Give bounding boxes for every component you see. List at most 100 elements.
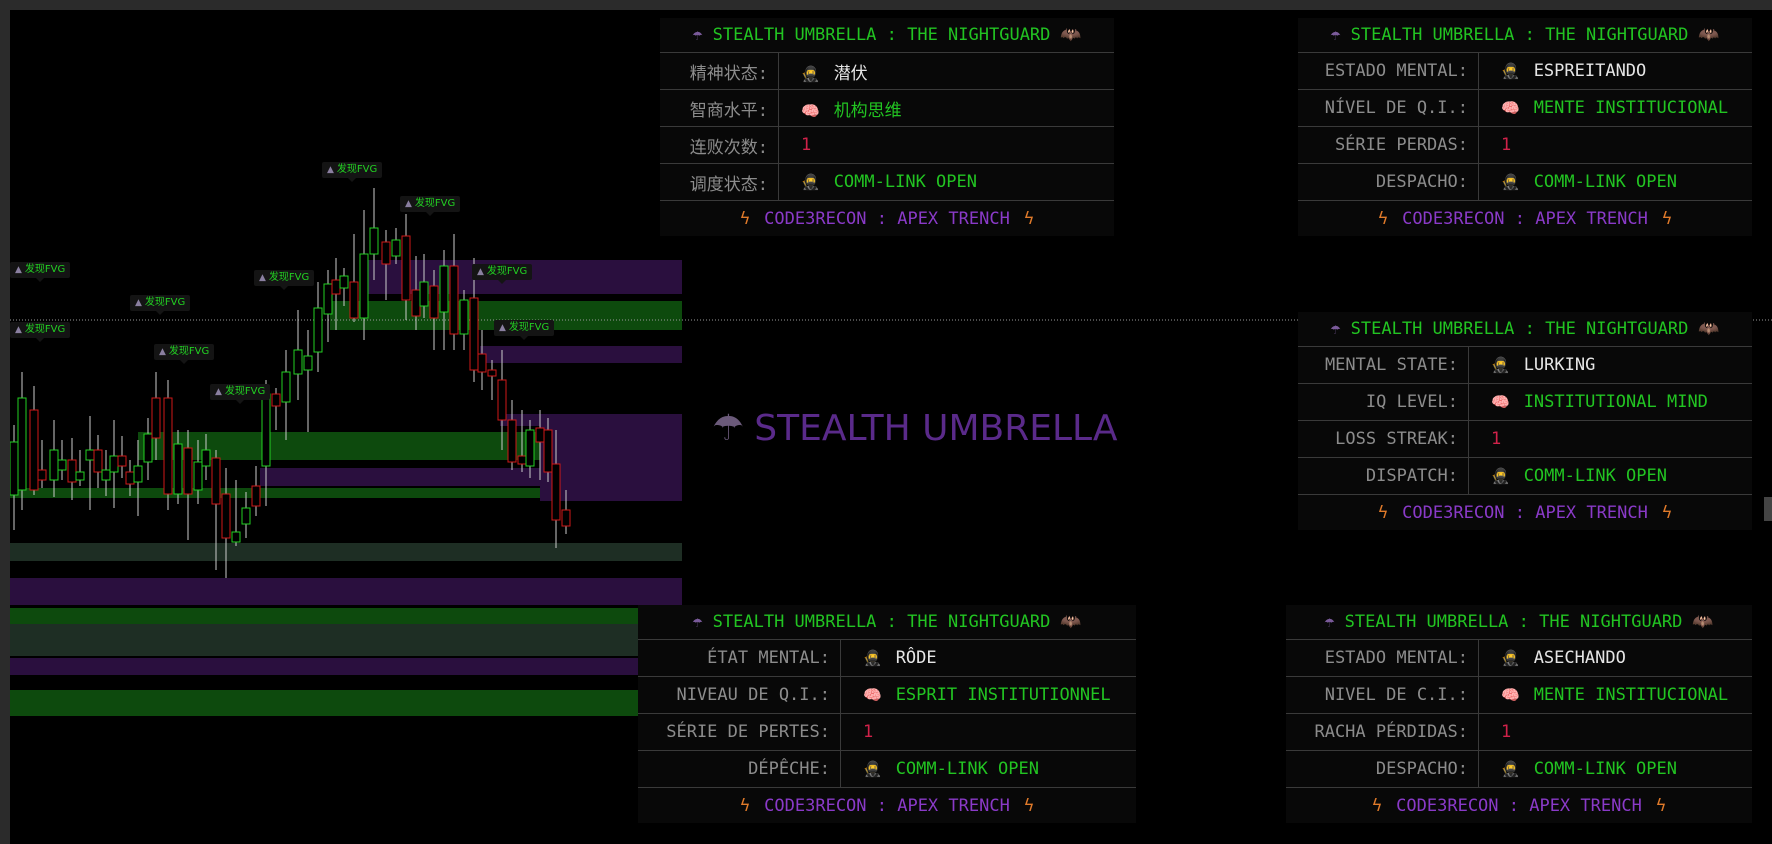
candle-up bbox=[261, 393, 271, 467]
row-value-cell: 🥷 COMM-LINK OPEN bbox=[778, 163, 1114, 201]
candle-down bbox=[561, 509, 571, 527]
candle-up bbox=[109, 455, 119, 473]
candle-down bbox=[331, 279, 341, 295]
candle-up bbox=[133, 465, 143, 483]
fvg-label: ▲ 发现FVG bbox=[472, 264, 533, 284]
panel-header: ☂ STEALTH UMBRELLA : THE NIGHTGUARD 🦇 bbox=[1298, 18, 1752, 53]
fvg-label-text: 发现FVG bbox=[414, 198, 456, 209]
candle-up bbox=[293, 349, 303, 375]
row-value: ESPREITANDO bbox=[1533, 61, 1647, 81]
candle-up bbox=[439, 265, 449, 313]
candle-up bbox=[57, 459, 67, 471]
ninja-icon: 🥷 bbox=[1501, 173, 1520, 191]
row-label: NIVEAU DE Q.I.: bbox=[638, 676, 841, 714]
fvg-zone bbox=[10, 543, 682, 561]
fvg-label-text: 发现FVG bbox=[268, 272, 310, 283]
panel-table: ☂ STEALTH UMBRELLA : THE NIGHTGUARD 🦇 ESTAD… bbox=[1298, 18, 1752, 236]
row-value-cell: 🧠 MENTE INSTITUCIONAL bbox=[1478, 89, 1752, 127]
candle-down bbox=[507, 419, 517, 463]
row-label: 智商水平: bbox=[660, 89, 779, 127]
row-value: MENTE INSTITUCIONAL bbox=[1533, 685, 1729, 705]
row-value-cell: 🧠 机构思维 bbox=[778, 89, 1114, 127]
panel-footer: ϟ CODE3RECON : APEX TRENCH ϟ bbox=[1298, 494, 1752, 530]
lightning-icon: ϟ bbox=[1377, 502, 1389, 523]
umbrella-icon: ☂ bbox=[692, 25, 703, 45]
ninja-icon: 🥷 bbox=[801, 64, 820, 83]
candle-up bbox=[281, 371, 291, 403]
panel-row: NIVEAU DE Q.I.: 🧠 ESPRIT INSTITUTIONNEL bbox=[638, 676, 1136, 714]
row-label: IQ LEVEL: bbox=[1298, 383, 1469, 421]
scrollbar-handle[interactable] bbox=[1764, 497, 1772, 521]
candle-down bbox=[497, 379, 507, 421]
fvg-zone bbox=[10, 578, 682, 605]
bat-icon: 🦇 bbox=[1698, 319, 1720, 339]
lightning-icon: ϟ bbox=[1661, 502, 1673, 523]
footer-text: CODE3RECON : APEX TRENCH bbox=[1396, 795, 1642, 816]
row-value-cell: 1 bbox=[778, 126, 1114, 164]
fvg-label: ▲ 发现FVG bbox=[130, 295, 191, 315]
candle-down bbox=[429, 285, 439, 319]
panel-footer: ϟ CODE3RECON : APEX TRENCH ϟ bbox=[638, 787, 1136, 823]
lightning-icon: ϟ bbox=[1661, 208, 1673, 229]
candle-down bbox=[29, 409, 39, 491]
candle-down bbox=[349, 281, 359, 319]
row-value: 1 bbox=[1491, 429, 1502, 449]
panel-row: 调度状态: 🥷 COMM-LINK OPEN bbox=[660, 163, 1114, 201]
panel-footer: ϟ CODE3RECON : APEX TRENCH ϟ bbox=[1286, 787, 1752, 823]
row-value: 潜伏 bbox=[833, 63, 868, 84]
panel-table: ☂ STEALTH UMBRELLA : THE NIGHTGUARD 🦇 精神状态:… bbox=[660, 18, 1114, 236]
fvg-zone bbox=[10, 690, 682, 716]
fvg-label-text: 发现FVG bbox=[486, 266, 528, 277]
row-value-cell: 1 bbox=[840, 713, 1136, 751]
status-panel-english: ☂ STEALTH UMBRELLA : THE NIGHTGUARD 🦇 MENTA… bbox=[1298, 312, 1752, 530]
bat-icon: 🦇 bbox=[1692, 612, 1714, 632]
row-value: 1 bbox=[1501, 722, 1512, 742]
candle-up bbox=[17, 397, 27, 491]
panel-table: ☂ STEALTH UMBRELLA : THE NIGHTGUARD 🦇 ÉTAT … bbox=[638, 605, 1136, 823]
fvg-zone bbox=[10, 624, 682, 656]
brain-icon: 🧠 bbox=[1501, 686, 1520, 704]
row-label: 连败次数: bbox=[660, 126, 779, 164]
fvg-label: ▲ 发现FVG bbox=[254, 270, 315, 290]
ninja-icon: ▲ bbox=[327, 165, 334, 175]
fvg-label: ▲ 发现FVG bbox=[210, 384, 271, 404]
ninja-icon: ▲ bbox=[215, 387, 222, 397]
candle-down bbox=[271, 393, 281, 407]
row-value-cell: 🥷 COMM-LINK OPEN bbox=[1478, 163, 1752, 201]
candle-down bbox=[535, 427, 545, 443]
candle-down bbox=[411, 289, 421, 317]
candle-up bbox=[75, 471, 85, 481]
ninja-icon: 🥷 bbox=[863, 760, 882, 778]
ninja-icon: 🥷 bbox=[863, 649, 882, 667]
candle-up bbox=[143, 433, 153, 463]
row-value: COMM-LINK OPEN bbox=[833, 172, 977, 192]
panel-title: STEALTH UMBRELLA : THE NIGHTGUARD bbox=[1344, 612, 1683, 632]
row-label: SÉRIE DE PERTES: bbox=[638, 713, 841, 751]
row-label: NÍVEL DE Q.I.: bbox=[1298, 89, 1479, 127]
lightning-icon: ϟ bbox=[1023, 208, 1035, 229]
row-label: SÉRIE PERDAS: bbox=[1298, 126, 1479, 164]
lightning-icon: ϟ bbox=[1377, 208, 1389, 229]
ninja-icon: 🥷 bbox=[1501, 62, 1520, 80]
panel-title: STEALTH UMBRELLA : THE NIGHTGUARD bbox=[1350, 319, 1689, 339]
panel-footer: ϟ CODE3RECON : APEX TRENCH ϟ bbox=[660, 200, 1114, 236]
umbrella-icon: ☂ bbox=[1330, 25, 1341, 45]
row-label: DÉPÊCHE: bbox=[638, 750, 841, 788]
panel-row: 精神状态: 🥷 潜伏 bbox=[660, 52, 1114, 90]
ninja-icon: ▲ bbox=[135, 298, 142, 308]
lightning-icon: ϟ bbox=[1655, 795, 1667, 816]
fvg-label-text: 发现FVG bbox=[336, 164, 378, 175]
candle-down bbox=[381, 241, 391, 265]
row-value-cell: 🥷 COMM-LINK OPEN bbox=[1468, 457, 1752, 495]
candle-down bbox=[517, 455, 527, 465]
candle-up bbox=[459, 299, 469, 335]
footer-text: CODE3RECON : APEX TRENCH bbox=[1402, 208, 1648, 229]
panel-row: RACHA PÉRDIDAS: 1 bbox=[1286, 713, 1752, 751]
row-label: ESTADO MENTAL: bbox=[1298, 52, 1479, 90]
candle-up bbox=[303, 355, 313, 371]
candle-down bbox=[469, 297, 479, 371]
row-label: LOSS STREAK: bbox=[1298, 420, 1469, 458]
candle-up bbox=[193, 461, 203, 491]
panel-row: ESTADO MENTAL: 🥷 ASECHANDO bbox=[1286, 639, 1752, 677]
panel-footer: ϟ CODE3RECON : APEX TRENCH ϟ bbox=[1298, 200, 1752, 236]
